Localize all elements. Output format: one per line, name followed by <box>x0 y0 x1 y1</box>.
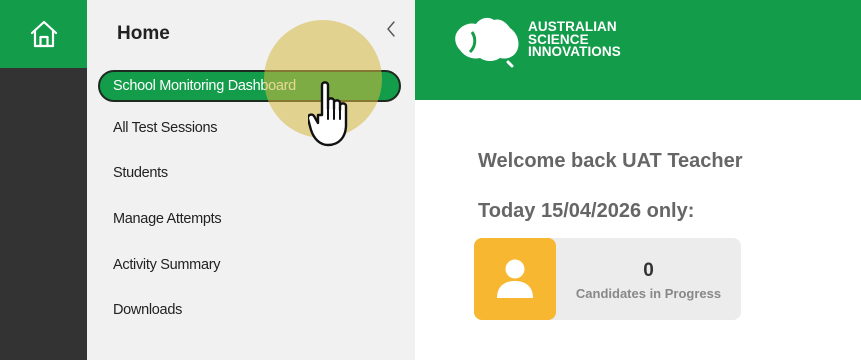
menu-item-manage-attempts[interactable]: Manage Attempts <box>98 203 401 235</box>
menu-item-label: Manage Attempts <box>113 211 222 227</box>
menu-item-school-monitoring-dashboard[interactable]: School Monitoring Dashboard <box>98 70 401 102</box>
stat-body: 0 Candidates in Progress <box>556 238 741 320</box>
today-heading: Today 15/04/2026 only: <box>478 200 695 222</box>
australia-map-logo-icon <box>455 17 519 68</box>
menu-item-all-test-sessions[interactable]: All Test Sessions <box>98 112 401 144</box>
menu-item-label: School Monitoring Dashboard <box>113 78 296 94</box>
stat-value: 0 <box>643 259 654 281</box>
candidates-in-progress-card[interactable]: 0 Candidates in Progress <box>474 238 741 320</box>
stat-label: Candidates in Progress <box>575 285 722 301</box>
chevron-left-icon <box>387 21 395 37</box>
home-button[interactable] <box>0 0 87 68</box>
left-rail <box>0 0 87 360</box>
stat-icon-tile <box>474 238 556 320</box>
menu-item-students[interactable]: Students <box>98 157 401 189</box>
menu-item-activity-summary[interactable]: Activity Summary <box>98 249 401 281</box>
logo-text: AUSTRALIAN SCIENCE INNOVATIONS <box>528 20 621 60</box>
menu-item-label: All Test Sessions <box>113 120 218 136</box>
asi-logo[interactable]: AUSTRALIAN SCIENCE INNOVATIONS <box>450 12 621 68</box>
menu-item-label: Students <box>113 165 168 181</box>
app-header: AUSTRALIAN SCIENCE INNOVATIONS <box>415 0 861 100</box>
menu-item-label: Activity Summary <box>113 257 221 273</box>
home-icon <box>30 20 57 48</box>
user-icon <box>497 259 533 298</box>
side-menu: Home School Monitoring Dashboard All Tes… <box>87 0 415 360</box>
menu-title: Home <box>117 23 170 44</box>
logo-line-3: INNOVATIONS <box>528 44 621 60</box>
welcome-message: Welcome back UAT Teacher <box>478 150 743 172</box>
collapse-menu-button[interactable] <box>379 14 403 44</box>
menu-item-label: Downloads <box>113 302 183 318</box>
menu-item-downloads[interactable]: Downloads <box>98 294 401 326</box>
